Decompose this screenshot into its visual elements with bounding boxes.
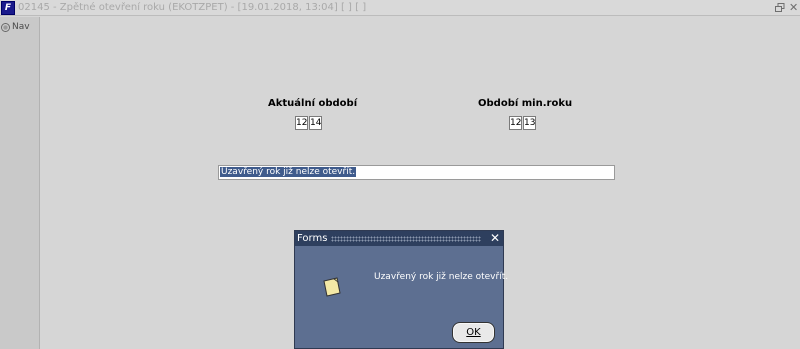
window-title-bar: F 02145 - Zpětné otevření roku (EKOTZPET… [0, 0, 800, 16]
dialog-message: Uzavřený rok již nelze otevřít. [374, 272, 509, 282]
close-icon[interactable]: ✕ [489, 232, 501, 244]
close-window-icon[interactable]: ✕ [789, 2, 799, 13]
ok-button-label: OK [466, 327, 481, 338]
current-period-year[interactable]: 14 [309, 116, 322, 130]
min-period-label: Období min.roku [478, 98, 573, 109]
message-field[interactable]: Uzavřený rok již nelze otevřít. [218, 165, 615, 180]
dialog-title: Forms [297, 233, 328, 244]
ok-button[interactable]: OK [452, 322, 495, 343]
dialog-drag-grip[interactable] [331, 236, 481, 242]
restore-window-icon[interactable] [775, 3, 785, 13]
message-field-text: Uzavřený rok již nelze otevřít. [220, 167, 357, 177]
nav-label: Nav [12, 22, 30, 32]
nav-tab[interactable]: Nav [1, 20, 38, 34]
current-period-month[interactable]: 12 [295, 116, 308, 130]
min-period-year[interactable]: 13 [523, 116, 536, 130]
forms-app-icon: F [1, 1, 15, 15]
dialog-title-bar[interactable]: Forms ✕ [295, 231, 503, 246]
nav-icon [1, 22, 10, 32]
forms-dialog: Forms ✕ Uzavřený rok již nelze otevřít. … [294, 230, 508, 349]
note-icon [323, 277, 341, 297]
current-period-label: Aktuální období [268, 98, 358, 109]
window-title: 02145 - Zpětné otevření roku (EKOTZPET) … [18, 2, 367, 13]
min-period-month[interactable]: 12 [509, 116, 522, 130]
sidebar: Nav [0, 17, 40, 349]
